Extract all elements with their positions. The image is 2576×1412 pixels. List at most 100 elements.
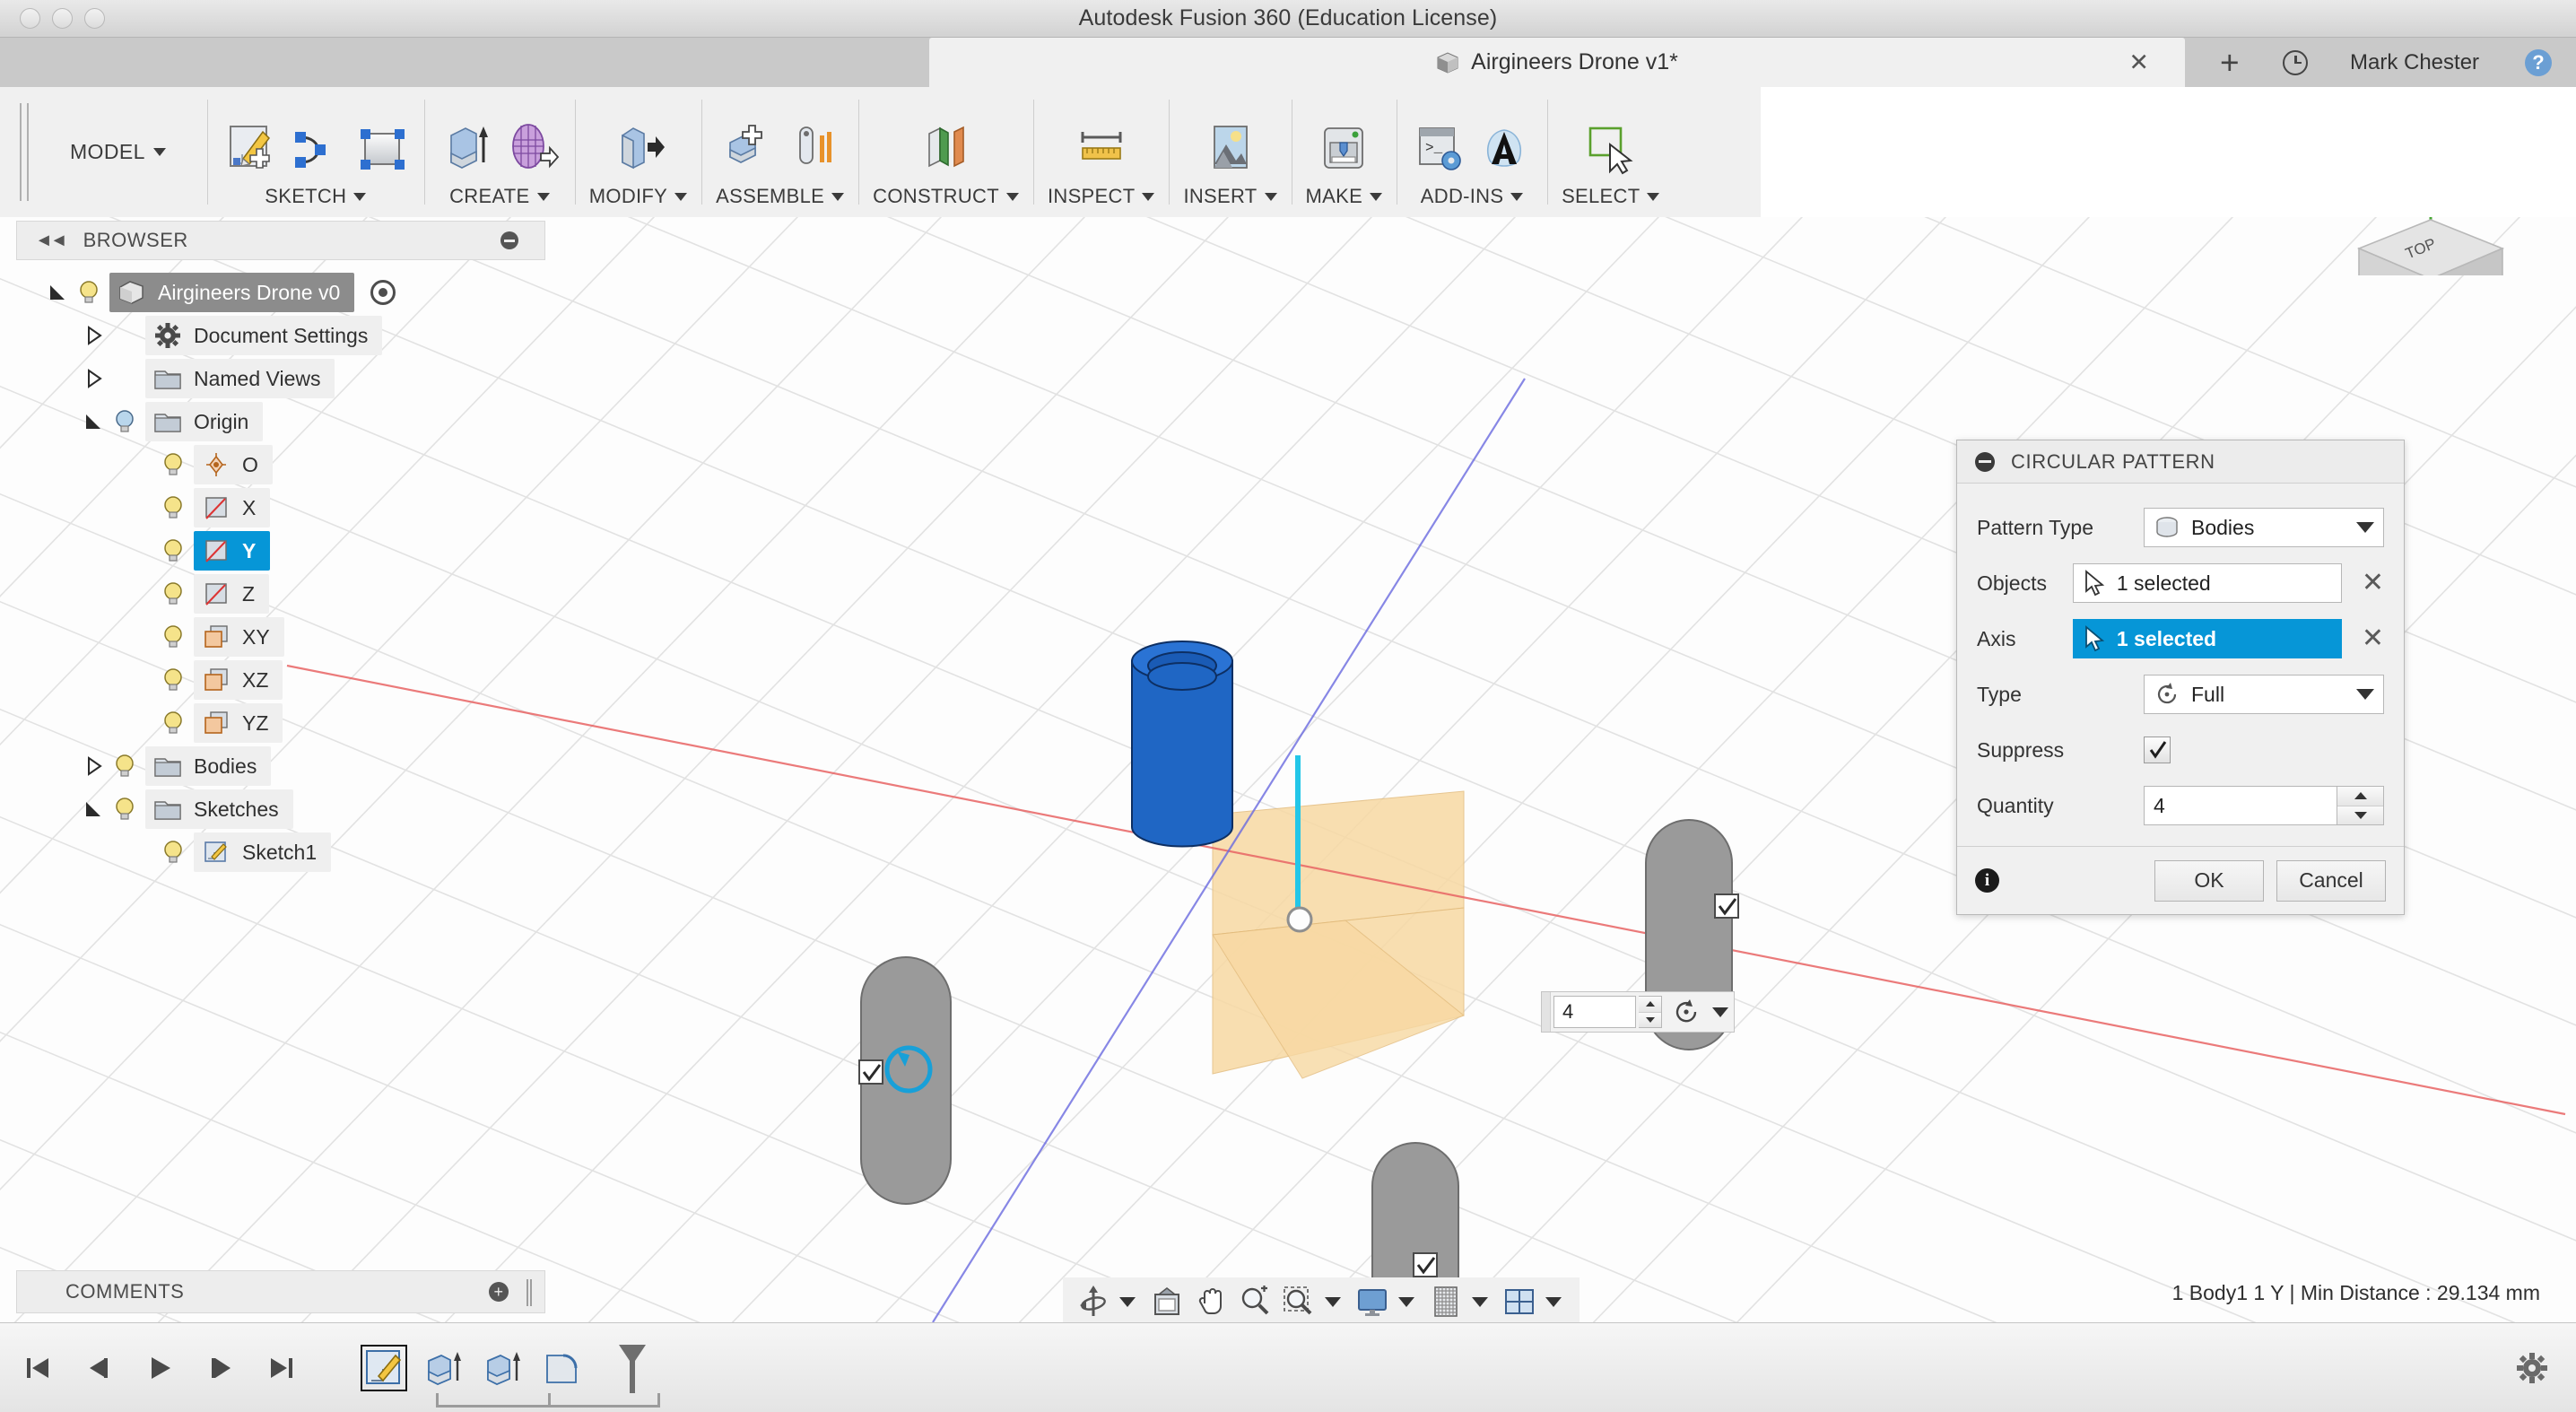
suppress-checkbox[interactable] [2144,737,2171,763]
chevron-down-icon[interactable] [831,193,844,201]
light-bulb-icon[interactable] [111,408,138,435]
light-bulb-icon[interactable] [160,839,187,866]
tree-node-origin-point[interactable]: O [16,443,545,486]
zoom-in-icon[interactable] [1237,1284,1273,1320]
light-bulb-icon[interactable] [75,279,102,306]
play-icon[interactable] [145,1354,174,1382]
3d-print-icon[interactable] [1316,121,1371,177]
pattern-type-dropdown[interactable]: Bodies [2144,508,2384,547]
step-back-icon[interactable] [84,1354,113,1382]
chevron-down-icon[interactable] [1712,1007,1728,1017]
quantity-decrement-button[interactable] [2337,806,2383,825]
twisty-open-icon[interactable] [83,410,106,433]
timeline-feature-extrude-1[interactable] [420,1345,466,1391]
chevron-down-icon[interactable] [674,193,687,201]
quantity-input[interactable]: 4 [2144,786,2337,825]
light-bulb-icon[interactable] [111,796,138,823]
chevron-down-icon[interactable] [2356,522,2374,533]
extrude-icon[interactable] [439,121,494,177]
twisty-open-icon[interactable] [47,281,70,304]
gear-icon[interactable] [2515,1351,2549,1385]
rotate-icon[interactable] [1671,997,1701,1027]
chevron-down-icon[interactable] [1647,193,1659,201]
hud-decrement-button[interactable] [1639,1013,1661,1028]
chevron-down-icon[interactable] [1119,1297,1136,1307]
light-bulb-icon[interactable] [160,580,187,607]
browser-options-icon[interactable] [500,231,518,249]
panel-resize-grip[interactable] [527,1279,532,1306]
tree-node-sketches[interactable]: Sketches [16,788,545,831]
chevron-down-icon[interactable] [1006,193,1019,201]
look-at-icon[interactable] [1149,1284,1185,1320]
tree-node-named-views[interactable]: Named Views [16,357,545,400]
light-bulb-icon[interactable] [160,494,187,521]
create-sketch-icon[interactable] [222,121,277,177]
recent-documents-icon[interactable] [2283,50,2308,75]
light-bulb-icon[interactable] [160,537,187,564]
tree-node-axis-x[interactable]: X [16,486,545,529]
hud-drag-grip[interactable] [1542,992,1551,1032]
tree-node-plane-xy[interactable]: XY [16,615,545,658]
display-settings-icon[interactable] [1354,1284,1390,1320]
tree-node-bodies[interactable]: Bodies [16,745,545,788]
view-cube[interactable]: Y Z X TOP FRONT RIGHT [2298,217,2549,275]
comments-panel-header[interactable]: COMMENTS + [16,1270,545,1313]
quantity-stepper[interactable] [2337,786,2384,825]
app-store-icon[interactable] [1477,121,1533,177]
zoom-window-icon[interactable] [1281,1284,1317,1320]
joint-icon[interactable] [786,121,841,177]
new-tab-icon[interactable]: + [2220,46,2240,79]
orbit-icon[interactable] [1075,1284,1111,1320]
tree-node-axis-y[interactable]: Y [16,529,545,572]
ok-button[interactable]: OK [2154,860,2264,902]
close-tab-icon[interactable]: ✕ [2128,50,2149,74]
chevron-down-icon[interactable] [1545,1297,1562,1307]
timeline-feature-sketch[interactable] [361,1345,407,1391]
scripts-addins-icon[interactable]: >_ [1411,121,1466,177]
clear-objects-icon[interactable]: ✕ [2362,570,2384,597]
skip-to-start-icon[interactable] [23,1354,52,1382]
minimize-dialog-icon[interactable] [1975,452,1995,472]
skip-to-end-icon[interactable] [267,1354,296,1382]
light-bulb-icon[interactable] [160,667,187,693]
dialog-header[interactable]: CIRCULAR PATTERN [1957,440,2404,484]
spline-icon[interactable] [288,121,344,177]
light-bulb-icon[interactable] [160,623,187,650]
chevron-down-icon[interactable] [1325,1297,1341,1307]
help-icon[interactable]: ? [2525,49,2552,76]
step-forward-icon[interactable] [206,1354,235,1382]
twisty-closed-icon[interactable] [83,324,106,347]
offset-plane-icon[interactable] [918,121,974,177]
cancel-button[interactable]: Cancel [2276,860,2386,902]
new-component-icon[interactable] [719,121,775,177]
chevron-down-icon[interactable] [1142,193,1154,201]
tree-node-axis-z[interactable]: Z [16,572,545,615]
hud-quantity-stepper[interactable] [1639,996,1662,1028]
tree-node-origin[interactable]: Origin [16,400,545,443]
tree-node-plane-xz[interactable]: XZ [16,658,545,702]
type-dropdown[interactable]: Full [2144,675,2384,714]
tree-node-sketch1[interactable]: Sketch1 [16,831,545,874]
end-of-timeline-marker[interactable] [612,1341,653,1395]
component-activate-icon[interactable] [370,280,396,305]
twisty-closed-icon[interactable] [83,367,106,390]
twisty-open-icon[interactable] [83,798,106,821]
measure-icon[interactable] [1074,121,1129,177]
objects-selection-field[interactable]: 1 selected [2073,563,2342,603]
chevron-down-icon[interactable] [1472,1297,1488,1307]
timeline-feature-extrude-2[interactable] [479,1345,526,1391]
select-icon[interactable] [1583,121,1639,177]
light-bulb-icon[interactable] [111,753,138,780]
twisty-closed-icon[interactable] [83,754,106,778]
light-bulb-icon[interactable] [160,451,187,478]
hud-increment-button[interactable] [1639,997,1661,1013]
user-account-label[interactable]: Mark Chester [2350,50,2479,75]
tree-node-plane-yz[interactable]: YZ [16,702,545,745]
clear-axis-icon[interactable]: ✕ [2362,625,2384,652]
chevron-down-icon[interactable] [1265,193,1277,201]
inline-quantity-hud[interactable]: 4 [1541,991,1735,1033]
workspace-switcher[interactable]: MODEL [29,87,207,217]
chevron-down-icon[interactable] [1398,1297,1414,1307]
chevron-down-icon[interactable] [353,193,366,201]
quantity-increment-button[interactable] [2337,787,2383,806]
